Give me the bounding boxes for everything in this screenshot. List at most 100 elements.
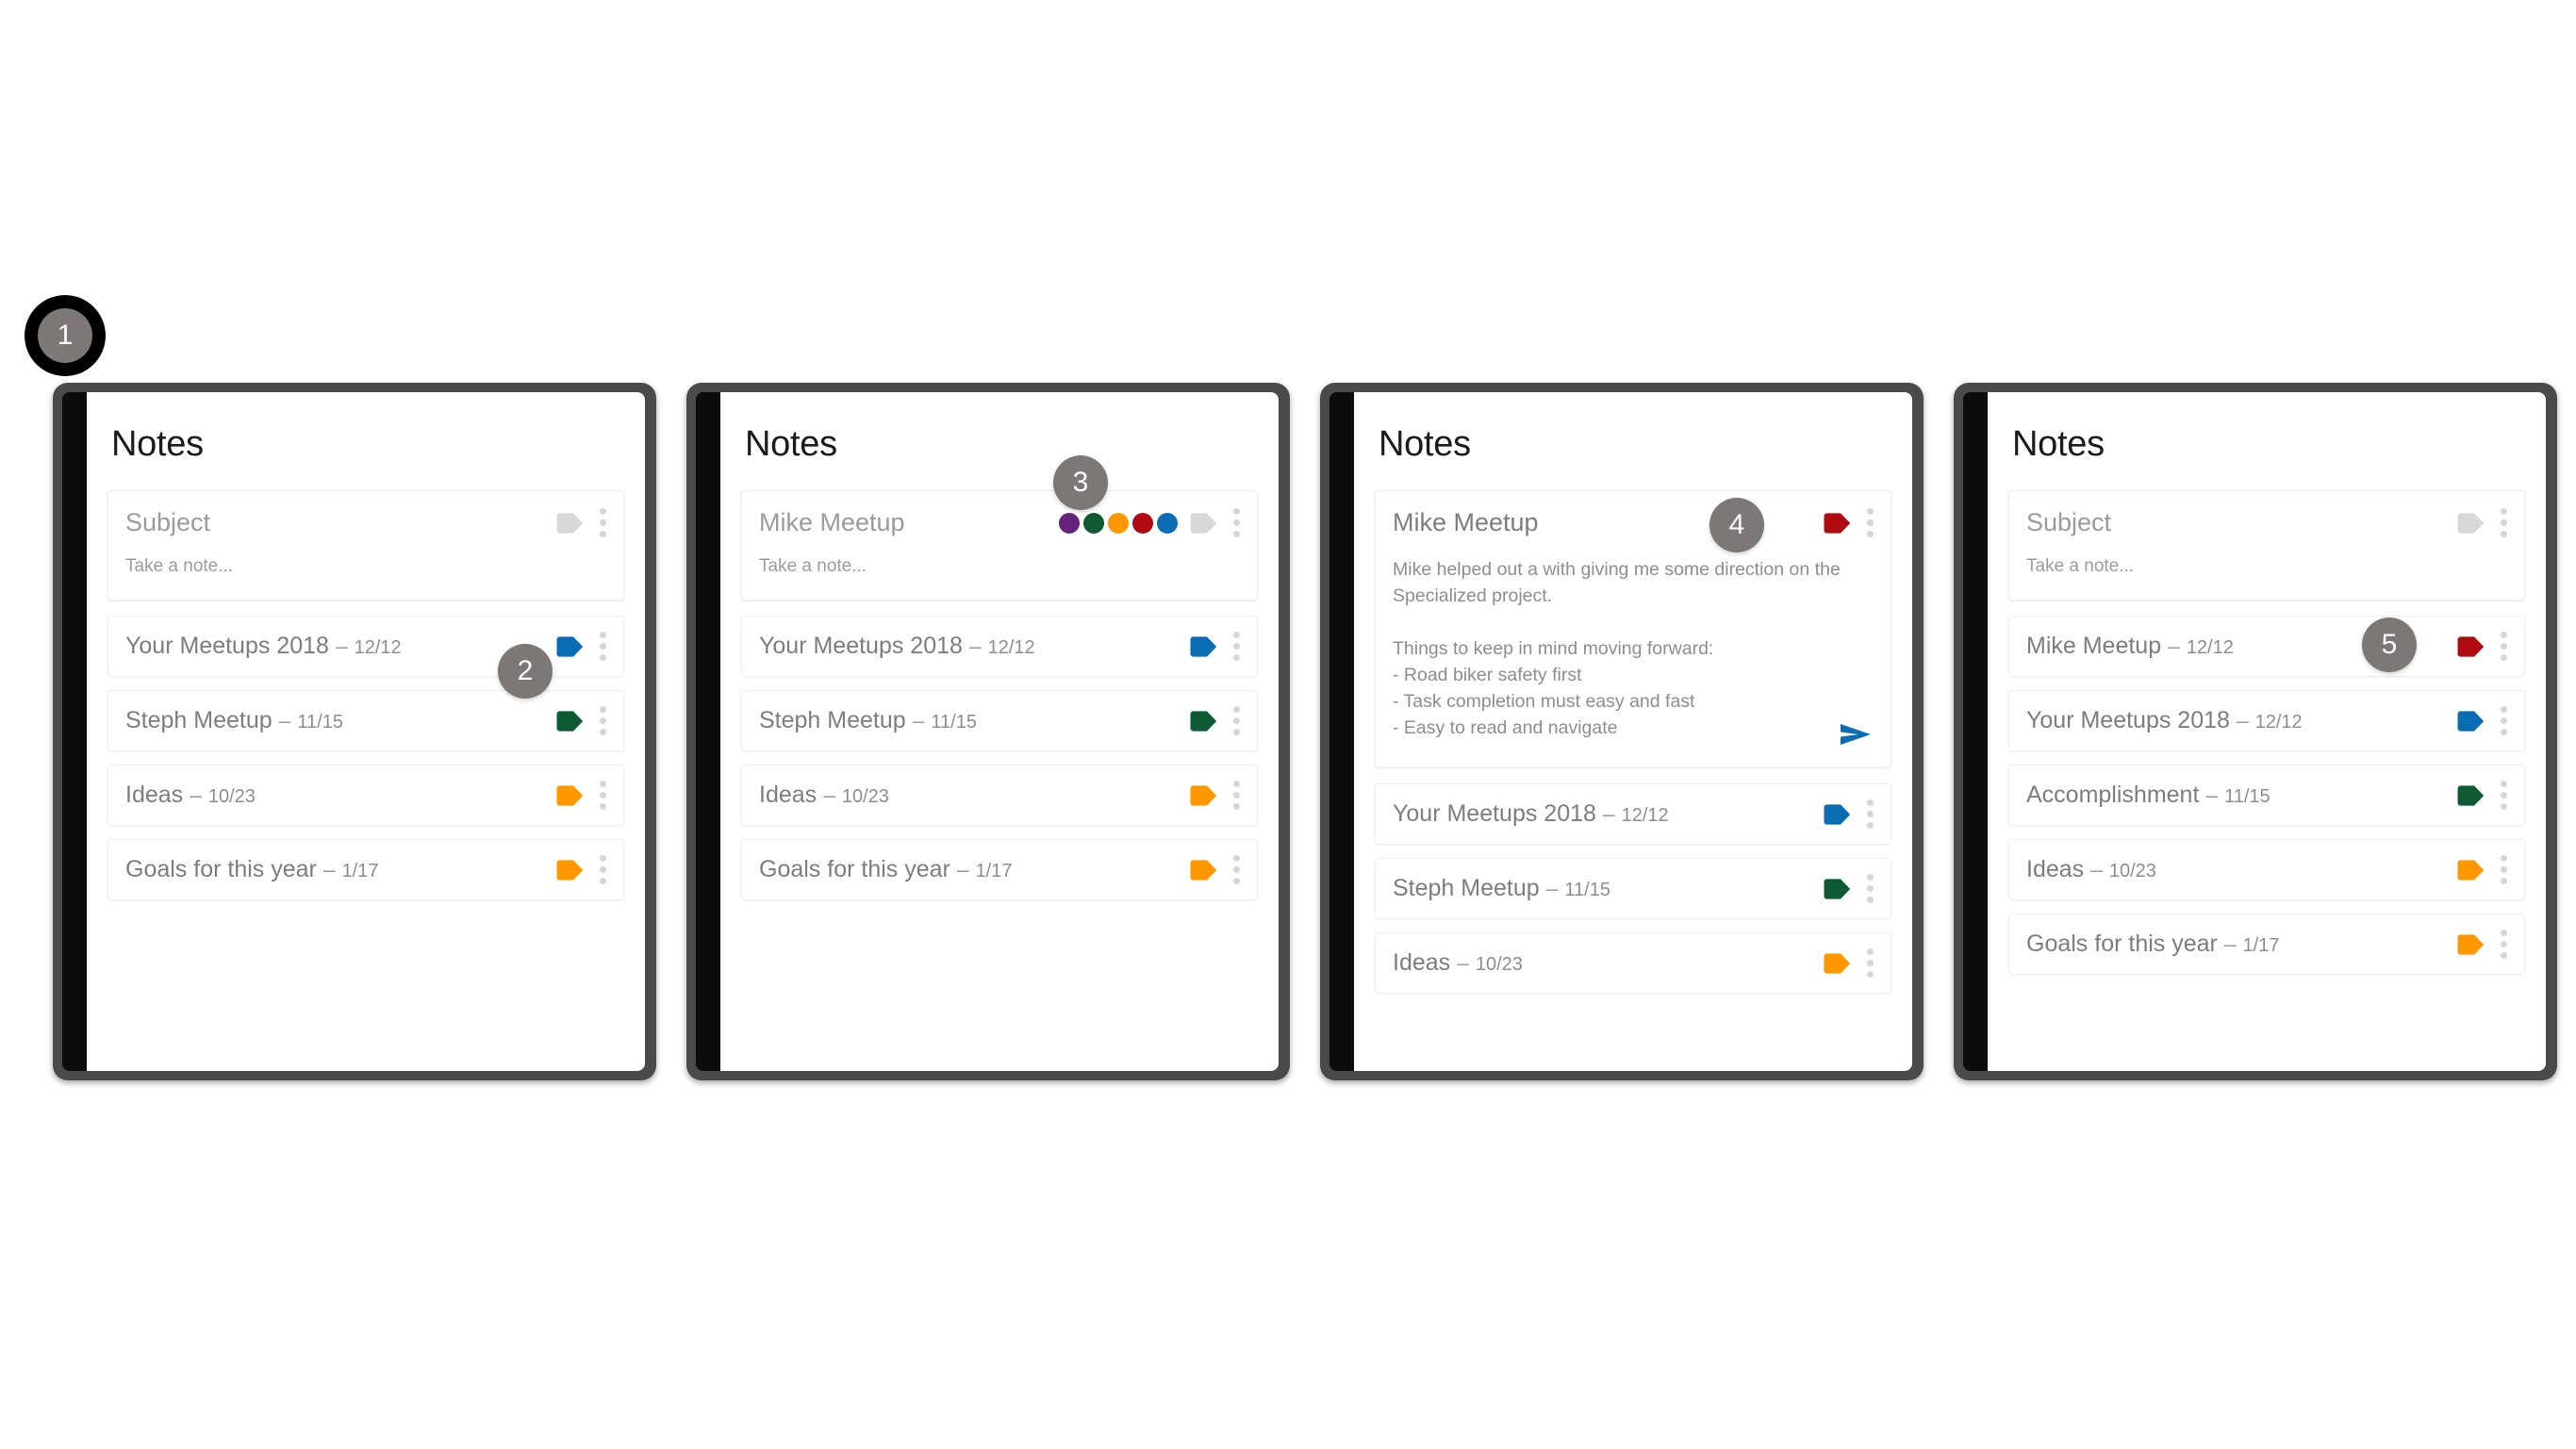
tag-icon[interactable] <box>555 710 584 732</box>
note-list-item[interactable]: Steph Meetup – 11/15 <box>741 690 1258 751</box>
note-list-item[interactable]: Accomplishment – 11/15 <box>2008 765 2525 826</box>
color-swatch-blue[interactable] <box>1157 512 1178 534</box>
tag-icon[interactable] <box>2456 933 2485 955</box>
tag-icon[interactable] <box>555 784 584 806</box>
note-detail-body[interactable]: Mike helped out a with giving me some di… <box>1376 543 1891 741</box>
screen-1: Notes Subject Take a note... Your Meetup… <box>87 392 645 1071</box>
note-detail-card[interactable]: Mike Meetup Mike helped out a with givin… <box>1375 490 1891 768</box>
subject-input[interactable]: Subject <box>125 508 555 537</box>
note-item-label: Goals for this year – 1/17 <box>759 856 1013 882</box>
overflow-menu-icon[interactable] <box>1232 632 1240 661</box>
overflow-menu-icon[interactable] <box>599 855 606 884</box>
color-swatch-orange[interactable] <box>1108 512 1129 534</box>
note-list-item[interactable]: Your Meetups 2018 – 12/12 <box>2008 690 2525 751</box>
overflow-menu-icon[interactable] <box>2500 855 2507 884</box>
tag-icon[interactable] <box>1189 710 1217 732</box>
note-list-item[interactable]: Mike Meetup – 12/12 <box>2008 616 2525 677</box>
note-list-item[interactable]: Steph Meetup – 11/15 <box>1375 858 1891 919</box>
send-icon[interactable] <box>1840 722 1872 747</box>
note-body-input[interactable]: Take a note... <box>108 552 623 600</box>
compose-header: Subject <box>2009 491 2524 552</box>
tag-icon[interactable] <box>1823 878 1851 899</box>
overflow-menu-icon[interactable] <box>1866 874 1874 903</box>
overflow-menu-icon[interactable] <box>1866 948 1874 978</box>
device-frame-3: Notes Mike Meetup Mike helped out a with… <box>1320 383 1924 1080</box>
left-bezel-1 <box>62 392 87 1071</box>
tag-icon[interactable] <box>555 635 584 657</box>
callout-badge-4: 4 <box>1709 498 1764 552</box>
note-detail-header: Mike Meetup <box>1376 491 1891 543</box>
compose-card[interactable]: Mike Meetup Take a note... <box>741 490 1258 601</box>
callout-badge-2: 2 <box>498 644 553 699</box>
note-list-item[interactable]: Ideas – 10/23 <box>2008 839 2525 900</box>
overflow-menu-icon[interactable] <box>1232 781 1240 810</box>
tag-icon[interactable] <box>2456 710 2485 732</box>
color-swatch-picker[interactable] <box>1059 512 1178 534</box>
screen-wrap-2: Notes Mike Meetup Take a note... Your Me… <box>696 392 1279 1071</box>
left-bezel-2 <box>696 392 720 1071</box>
color-swatch-purple[interactable] <box>1059 512 1080 534</box>
tag-icon[interactable] <box>1823 803 1851 825</box>
overflow-menu-icon[interactable] <box>1232 508 1240 537</box>
note-item-label: Steph Meetup – 11/15 <box>759 707 977 733</box>
tag-icon[interactable] <box>1189 635 1217 657</box>
overflow-menu-icon[interactable] <box>1232 706 1240 735</box>
subject-input[interactable]: Subject <box>2026 508 2456 537</box>
overflow-menu-icon[interactable] <box>2500 930 2507 959</box>
tag-icon[interactable] <box>1823 952 1851 974</box>
compose-card[interactable]: Subject Take a note... <box>2008 490 2525 601</box>
left-bezel-3 <box>1329 392 1354 1071</box>
note-item-label: Your Meetups 2018 – 12/12 <box>759 633 1035 659</box>
color-swatch-red[interactable] <box>1132 512 1153 534</box>
tag-icon[interactable] <box>1189 784 1217 806</box>
overflow-menu-icon[interactable] <box>599 706 606 735</box>
tag-icon[interactable] <box>555 512 584 534</box>
tag-icon[interactable] <box>1823 512 1851 534</box>
tag-icon[interactable] <box>2456 859 2485 881</box>
overflow-menu-icon[interactable] <box>1866 508 1874 537</box>
note-list-item[interactable]: Goals for this year – 1/17 <box>2008 914 2525 975</box>
overflow-menu-icon[interactable] <box>1866 799 1874 829</box>
note-item-label: Steph Meetup – 11/15 <box>1393 875 1610 901</box>
overflow-menu-icon[interactable] <box>2500 706 2507 735</box>
callout-badge-1: 1 <box>38 308 92 363</box>
note-body-input[interactable]: Take a note... <box>742 552 1257 600</box>
overflow-menu-icon[interactable] <box>2500 632 2507 661</box>
tag-icon[interactable] <box>555 859 584 881</box>
overflow-menu-icon[interactable] <box>2500 781 2507 810</box>
overflow-menu-icon[interactable] <box>1232 855 1240 884</box>
tag-icon[interactable] <box>1189 859 1217 881</box>
note-list-item[interactable]: Ideas – 10/23 <box>741 765 1258 826</box>
note-item-label: Your Meetups 2018 – 12/12 <box>2026 707 2303 733</box>
tag-icon[interactable] <box>2456 635 2485 657</box>
subject-input[interactable]: Mike Meetup <box>759 508 1059 537</box>
tag-icon[interactable] <box>2456 512 2485 534</box>
page-title: Notes <box>1379 424 1471 464</box>
page-title: Notes <box>2012 424 2105 464</box>
page-title: Notes <box>745 424 837 464</box>
color-swatch-green[interactable] <box>1083 512 1104 534</box>
note-list-item[interactable]: Your Meetups 2018 – 12/12 <box>1375 783 1891 845</box>
note-list-item[interactable]: Your Meetups 2018 – 12/12 <box>741 616 1258 677</box>
note-list-item[interactable]: Ideas – 10/23 <box>107 765 624 826</box>
callout-badge-5: 5 <box>2362 617 2417 672</box>
note-list-item[interactable]: Goals for this year – 1/17 <box>107 839 624 900</box>
device-frame-2: Notes Mike Meetup Take a note... Your Me… <box>686 383 1290 1080</box>
note-list-4: Mike Meetup – 12/12 Your Meetups 2018 – 1… <box>2008 616 2525 975</box>
overflow-menu-icon[interactable] <box>599 508 606 537</box>
note-list-item[interactable]: Steph Meetup – 11/15 <box>107 690 624 751</box>
overflow-menu-icon[interactable] <box>599 632 606 661</box>
compose-card[interactable]: Subject Take a note... <box>107 490 624 601</box>
overflow-menu-icon[interactable] <box>599 781 606 810</box>
overflow-menu-icon[interactable] <box>2500 508 2507 537</box>
note-item-label: Ideas – 10/23 <box>1393 949 1523 976</box>
note-list-item[interactable]: Ideas – 10/23 <box>1375 932 1891 994</box>
note-item-label: Goals for this year – 1/17 <box>125 856 379 882</box>
tag-icon[interactable] <box>1189 512 1217 534</box>
note-body-input[interactable]: Take a note... <box>2009 552 2524 600</box>
notes-app-4: Notes Subject Take a note... Mike Meetup… <box>1988 392 2546 1071</box>
screen-wrap-1: Notes Subject Take a note... Your Meetup… <box>62 392 645 1071</box>
note-list-item[interactable]: Goals for this year – 1/17 <box>741 839 1258 900</box>
note-item-label: Ideas – 10/23 <box>125 782 256 808</box>
tag-icon[interactable] <box>2456 784 2485 806</box>
